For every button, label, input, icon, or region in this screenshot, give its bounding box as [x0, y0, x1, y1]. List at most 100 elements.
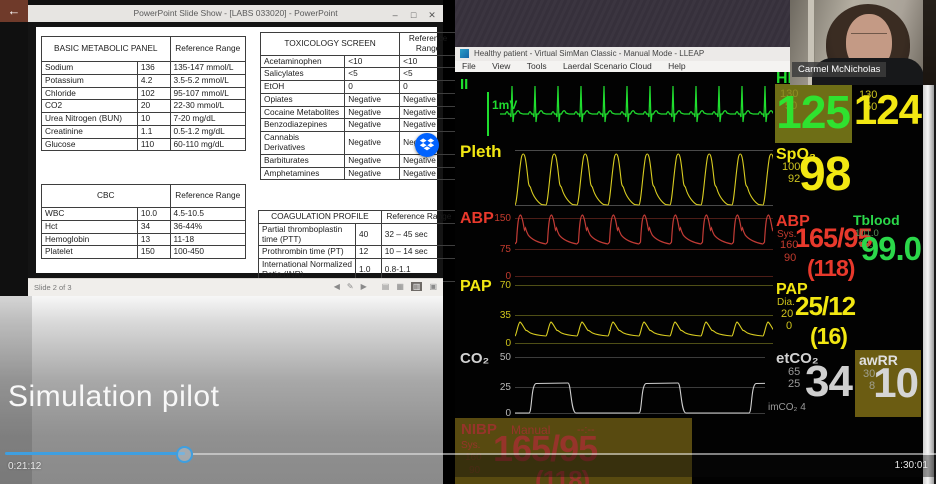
- annotate-pen-icon[interactable]: ✎: [347, 282, 354, 291]
- menu-view[interactable]: View: [485, 61, 517, 72]
- table-cell: <5: [345, 68, 400, 81]
- table-row: Glucose11060-110 mg/dL: [42, 138, 246, 151]
- ecg-waveform: [500, 80, 773, 126]
- menu-help[interactable]: Help: [661, 61, 692, 72]
- table-cell: 4.2: [137, 74, 170, 87]
- elapsed-time: 0:21:12: [8, 461, 41, 472]
- table-header-row: TOXICOLOGY SCREEN Reference Range: [261, 33, 457, 56]
- table-row: Acetaminophen<10<10: [261, 55, 457, 68]
- grid-view-icon[interactable]: ▦: [396, 282, 404, 291]
- progress-bar-remaining[interactable]: [193, 453, 936, 455]
- monitor-scrollbar[interactable]: [923, 47, 934, 484]
- table-cell: 95-107 mmol/L: [170, 87, 246, 100]
- back-button[interactable]: ←: [0, 0, 28, 22]
- normal-view-icon[interactable]: ▤: [382, 282, 390, 291]
- spo2-block[interactable]: SpO₂ 100 92 98: [775, 146, 852, 208]
- table-header-row: CBC Reference Range: [42, 185, 246, 208]
- powerpoint-window-title: PowerPoint Slide Show - [LABS 033020] - …: [28, 5, 443, 22]
- table-cell: Barbiturates: [261, 154, 345, 167]
- abp-gridline-0: [515, 276, 773, 277]
- table-cell: 12: [356, 246, 382, 259]
- ecg-lead-label: II: [460, 76, 468, 93]
- table-cell: Negative: [400, 119, 457, 132]
- monitor-window-title: Healthy patient - Virtual SimMan Classic…: [474, 49, 704, 58]
- table-cell: Glucose: [42, 138, 138, 151]
- progress-playhead[interactable]: [176, 446, 193, 463]
- table-cell: Acetaminophen: [261, 55, 345, 68]
- table-cell: 10: [137, 113, 170, 126]
- co2-gridline-50: [515, 357, 765, 358]
- table-cell: 100-450: [170, 246, 246, 259]
- lleap-app-icon: [460, 49, 469, 58]
- nibp-label: NIBP: [461, 421, 497, 438]
- table-row: AmphetaminesNegativeNegative: [261, 167, 457, 180]
- next-slide-icon[interactable]: ▶: [361, 282, 367, 291]
- pap-scale-35: 35: [485, 310, 511, 321]
- awrr-block[interactable]: awRR 30 8 10: [855, 350, 921, 417]
- reading-view-icon[interactable]: ▥: [411, 282, 423, 291]
- table-row: EtOH00: [261, 81, 457, 94]
- table-row: Creatinine1.10.5-1.2 mg/dL: [42, 125, 246, 138]
- monitor-screen: II 1mV Pleth ABP 150 75 0 PAP 70 35 0: [455, 72, 923, 484]
- menu-tools[interactable]: Tools: [520, 61, 554, 72]
- table-row: Platelet150100-450: [42, 246, 246, 259]
- table-cell: Negative: [345, 154, 400, 167]
- table-row: Urea Nitrogen (BUN)107-20 mg/dL: [42, 113, 246, 126]
- table-cell: Amphetamines: [261, 167, 345, 180]
- table-cell: Potassium: [42, 74, 138, 87]
- table-cell: Cannabis Derivatives: [261, 132, 345, 155]
- pap-scale-0: 0: [485, 338, 511, 349]
- menu-laerdal-scenario-cloud[interactable]: Laerdal Scenario Cloud: [556, 61, 659, 72]
- table-cell: Negative: [345, 93, 400, 106]
- pap-value: 25/12: [795, 291, 855, 321]
- tblood-block[interactable]: Tblood 101.0 96.0 99.0: [853, 212, 921, 280]
- abp-block[interactable]: ABP Sys. 160 90 165/95 (118): [775, 213, 852, 281]
- table-header-row: BASIC METABOLIC PANEL Reference Range: [42, 37, 246, 62]
- abp-scale-75: 75: [485, 244, 511, 255]
- table-cell: 135-147 mmol/L: [170, 62, 246, 75]
- etco2-value: 34: [805, 358, 852, 406]
- pap-mean: (16): [810, 323, 847, 349]
- tox-ref-header: Reference Range: [400, 33, 457, 56]
- pap-block[interactable]: PAP Dia. 20 0 25/12 (16): [775, 281, 852, 349]
- etco2-block[interactable]: etCO₂ 65 25 34: [775, 350, 852, 416]
- menu-file[interactable]: File: [455, 61, 483, 72]
- slide: BASIC METABOLIC PANEL Reference Range So…: [36, 27, 437, 273]
- cbc-title: CBC: [42, 185, 171, 208]
- table-cell: 36-44%: [170, 220, 246, 233]
- bmp-ref-header: Reference Range: [170, 37, 246, 62]
- pap-high-limit: 20: [781, 309, 793, 320]
- table-cell: Creatinine: [42, 125, 138, 138]
- table-cell: Platelet: [42, 246, 138, 259]
- previous-slide-icon[interactable]: ◀: [334, 282, 340, 291]
- video-bottom-bar: 1:30:01: [455, 455, 936, 477]
- abp-scale-150: 150: [485, 213, 511, 224]
- slideshow-view-icon[interactable]: ▣: [429, 282, 437, 291]
- table-cell: 0: [345, 81, 400, 94]
- table-cell: EtOH: [261, 81, 345, 94]
- webcam-name-label: Carmel McNicholas: [792, 62, 886, 77]
- tblood-value: 99.0: [861, 230, 921, 268]
- etco2-low-limit: 25: [788, 379, 800, 390]
- table-row: Hct3436-44%: [42, 220, 246, 233]
- dropbox-icon[interactable]: [415, 133, 439, 157]
- nibp-sublabel: Sys.: [461, 440, 480, 451]
- pap-sublabel: Dia.: [777, 297, 795, 308]
- powerpoint-window: PowerPoint Slide Show - [LABS 033020] - …: [28, 5, 443, 296]
- bmp-title: BASIC METABOLIC PANEL: [42, 37, 171, 62]
- table-cell: 7-20 mg/dL: [170, 113, 246, 126]
- table-cell: Hemoglobin: [42, 233, 138, 246]
- table-cell: Negative: [345, 119, 400, 132]
- pulse-block[interactable]: 130 50 124: [855, 84, 921, 143]
- table-cell: Negative: [345, 167, 400, 180]
- progress-bar-elapsed[interactable]: [5, 452, 185, 455]
- powerpoint-statusbar: Slide 2 of 3 ◀ ✎ ▶ ▤ ▦ ▥ ▣: [28, 278, 443, 297]
- table-cell: Hct: [42, 220, 138, 233]
- co2-scale-50: 50: [485, 352, 511, 363]
- hr-block[interactable]: 130 50 125: [775, 84, 852, 143]
- table-cell: Negative: [345, 106, 400, 119]
- table-cell: Negative: [400, 167, 457, 180]
- slide-counter: Slide 2 of 3: [34, 283, 72, 292]
- table-row: Sodium136135-147 mmol/L: [42, 62, 246, 75]
- pap-low-limit: 0: [786, 321, 792, 332]
